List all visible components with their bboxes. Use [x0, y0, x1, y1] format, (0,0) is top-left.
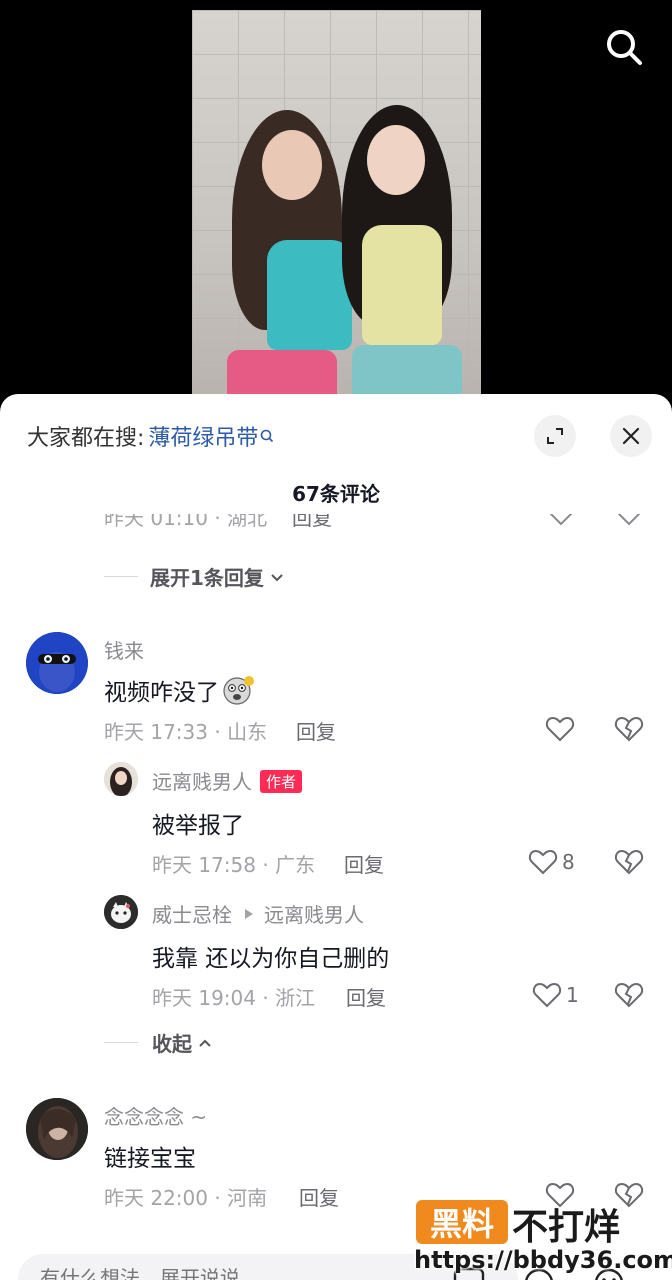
hot-search-link[interactable]: 薄荷绿吊带: [148, 420, 274, 452]
expand-sheet-button[interactable]: [534, 415, 576, 457]
expand-icon: [547, 428, 563, 444]
collapse-replies-button[interactable]: 收起: [152, 1028, 214, 1057]
comment-text: 视频咋没了: [104, 673, 255, 707]
broken-heart-icon: [614, 982, 644, 1008]
reply-text: 被举报了: [152, 813, 244, 839]
person-left-top: [267, 240, 352, 350]
video-frame[interactable]: [192, 10, 481, 410]
like-button[interactable]: [545, 714, 575, 744]
avatar[interactable]: [104, 762, 138, 796]
comments-sheet: 大家都在搜: 薄荷绿吊带 67条评论 昨天 01:10 · 湖北 回复 展开1条…: [0, 394, 672, 1280]
avatar-image: [26, 1098, 88, 1160]
close-icon: [622, 427, 640, 445]
like-count: 8: [562, 850, 575, 874]
dislike-button[interactable]: [614, 980, 644, 1010]
reply-text: 我靠 还以为你自己删的: [152, 946, 390, 972]
reply-author-row: 威士忌栓 远离贱男人: [152, 899, 364, 928]
divider-line: [104, 1042, 138, 1043]
search-icon: [607, 30, 642, 65]
reply-button[interactable]: 回复: [346, 982, 386, 1011]
dislike-button[interactable]: [614, 847, 644, 877]
reply-meta: 昨天 19:04 · 浙江: [152, 986, 316, 1010]
reply-arrow-icon: [245, 908, 253, 919]
chevron-down-icon: [271, 573, 283, 581]
heart-icon[interactable]: [546, 514, 576, 528]
chevron-up-icon: [199, 1039, 211, 1047]
collapse-label: 收起: [152, 1032, 192, 1056]
video-area[interactable]: [0, 0, 672, 420]
hot-search-term: 薄荷绿吊带: [148, 426, 259, 451]
person-left-face: [262, 130, 322, 200]
expand-replies-button[interactable]: 展开1条回复: [150, 562, 286, 591]
broken-heart-icon: [614, 716, 644, 742]
avatar-image: [26, 632, 88, 694]
avatar-image: [104, 895, 138, 929]
reply-meta: 昨天 17:58 · 广东: [152, 853, 316, 877]
like-button[interactable]: 8: [528, 847, 575, 877]
comment-meta: 昨天 22:00 · 河南: [104, 1186, 268, 1210]
partial-comment-meta: 昨天 01:10 · 湖北: [104, 514, 268, 530]
comment-author[interactable]: 钱来: [104, 635, 144, 664]
reply-button[interactable]: 回复: [344, 849, 384, 878]
avatar[interactable]: [26, 1098, 88, 1160]
comment-count: 67条评论: [292, 482, 380, 506]
watermark-text: 不打烊: [512, 1207, 621, 1248]
watermark: 黑料 不打烊 https://bbdy36.com: [414, 1196, 672, 1280]
dislike-icon[interactable]: [614, 514, 644, 528]
reply-author[interactable]: 威士忌栓: [152, 899, 232, 928]
reply-author[interactable]: 远离贱男人: [152, 770, 252, 794]
small-search-icon: [261, 429, 274, 443]
close-sheet-button[interactable]: [610, 415, 652, 457]
comment-text-content: 视频咋没了: [104, 680, 219, 706]
person-right-top: [362, 225, 442, 345]
search-button[interactable]: [600, 24, 648, 72]
dislike-button[interactable]: [614, 714, 644, 744]
reply-button[interactable]: 回复: [299, 1182, 339, 1211]
avatar-image: [104, 762, 138, 796]
hot-search-bar: 大家都在搜: 薄荷绿吊带: [27, 420, 274, 452]
comment-meta: 昨天 17:33 · 山东: [104, 720, 268, 744]
hot-search-prefix: 大家都在搜:: [27, 426, 145, 451]
partial-reply-button[interactable]: 回复: [292, 514, 332, 531]
comment-text: 链接宝宝: [104, 1146, 196, 1172]
avatar[interactable]: [104, 895, 138, 929]
heart-icon: [545, 716, 575, 742]
reply-target[interactable]: 远离贱男人: [264, 899, 364, 928]
like-count: 1: [566, 983, 579, 1007]
heart-icon: [528, 849, 558, 875]
reply-author-row: 远离贱男人 作者: [152, 766, 303, 795]
partial-comment-row: 昨天 01:10 · 湖北 回复: [0, 514, 672, 542]
author-badge: 作者: [260, 770, 303, 793]
watermark-logo: 黑料: [416, 1200, 508, 1244]
broken-heart-icon: [614, 849, 644, 875]
divider-line: [104, 576, 138, 577]
person-right-face: [367, 125, 425, 195]
expand-replies-label: 展开1条回复: [150, 566, 264, 590]
heart-icon: [532, 982, 562, 1008]
shocked-emoji-icon: [223, 676, 254, 705]
watermark-url: https://bbdy36.com: [414, 1246, 672, 1274]
avatar[interactable]: [26, 632, 88, 694]
reply-button[interactable]: 回复: [296, 716, 336, 745]
like-button[interactable]: 1: [532, 980, 579, 1010]
comment-author[interactable]: 念念念念 ~: [104, 1101, 207, 1130]
